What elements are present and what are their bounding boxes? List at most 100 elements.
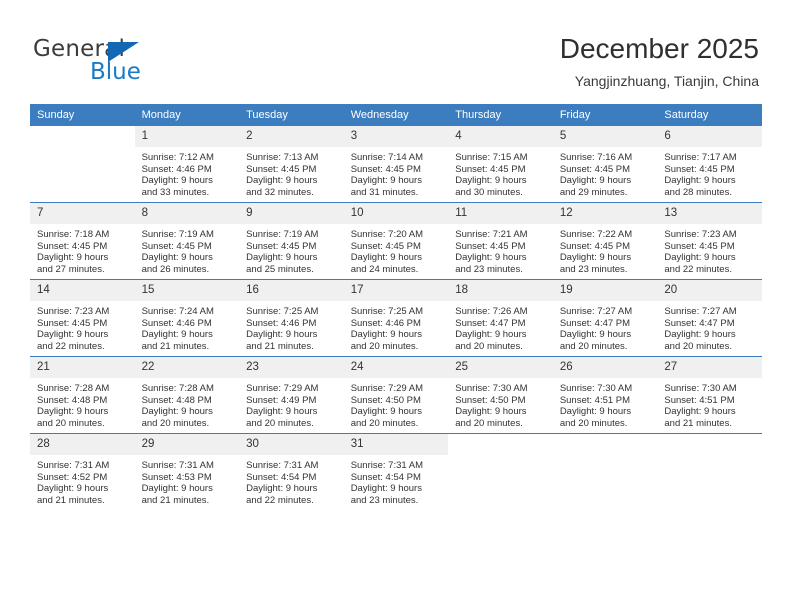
day-cell[interactable]: 18 Sunrise: 7:26 AM Sunset: 4:47 PM Dayl… <box>448 279 553 357</box>
sunrise-text: Sunrise: 7:30 AM <box>559 383 633 394</box>
day-number: 25 <box>448 357 553 378</box>
daylight-text-line1: Daylight: 9 hours <box>559 329 632 341</box>
sunrise-text: Sunrise: 7:12 AM <box>141 152 214 163</box>
daylight-text-line2: and 20 minutes. <box>559 340 628 352</box>
day-cell[interactable]: 9 Sunrise: 7:19 AM Sunset: 4:45 PM Dayli… <box>239 202 344 280</box>
daylight-text-line2: and 20 minutes. <box>141 417 210 429</box>
day-details: Sunrise: 7:29 AM Sunset: 4:50 PM Dayligh… <box>344 378 449 429</box>
day-cell[interactable] <box>552 433 658 510</box>
day-cell[interactable]: 27 Sunrise: 7:30 AM Sunset: 4:51 PM Dayl… <box>657 356 762 434</box>
location-subtitle: Yangjinzhuang, Tianjin, China <box>574 73 759 89</box>
day-cell[interactable] <box>448 433 553 510</box>
sunrise-text: Sunrise: 7:22 AM <box>559 229 633 240</box>
day-cell[interactable]: 17 Sunrise: 7:25 AM Sunset: 4:46 PM Dayl… <box>343 279 449 357</box>
daylight-text-line2: and 26 minutes. <box>141 263 210 275</box>
general-blue-logo[interactable]: General Blue <box>33 36 223 88</box>
day-details: Sunrise: 7:22 AM Sunset: 4:45 PM Dayligh… <box>553 224 658 275</box>
day-cell[interactable]: 10 Sunrise: 7:20 AM Sunset: 4:45 PM Dayl… <box>343 202 449 280</box>
day-number <box>657 434 762 455</box>
day-details: Sunrise: 7:27 AM Sunset: 4:47 PM Dayligh… <box>657 301 762 352</box>
day-cell[interactable]: 5 Sunrise: 7:16 AM Sunset: 4:45 PM Dayli… <box>552 126 658 203</box>
day-details: Sunrise: 7:20 AM Sunset: 4:45 PM Dayligh… <box>344 224 449 275</box>
daylight-text-line1: Daylight: 9 hours <box>37 329 109 341</box>
day-cell[interactable]: 7 Sunrise: 7:18 AM Sunset: 4:45 PM Dayli… <box>30 202 135 280</box>
day-cell[interactable]: 11 Sunrise: 7:21 AM Sunset: 4:45 PM Dayl… <box>448 202 553 280</box>
sunrise-text: Sunrise: 7:31 AM <box>246 460 319 471</box>
day-cell[interactable]: 23 Sunrise: 7:29 AM Sunset: 4:49 PM Dayl… <box>239 356 344 434</box>
sunrise-text: Sunrise: 7:30 AM <box>664 383 737 394</box>
sunset-text: Sunset: 4:45 PM <box>664 163 735 175</box>
daylight-text-line2: and 25 minutes. <box>246 263 314 275</box>
daylight-text-line2: and 20 minutes. <box>455 340 523 352</box>
day-cell[interactable]: 19 Sunrise: 7:27 AM Sunset: 4:47 PM Dayl… <box>552 279 658 357</box>
day-cell[interactable]: 3 Sunrise: 7:14 AM Sunset: 4:45 PM Dayli… <box>343 126 449 203</box>
sunrise-text: Sunrise: 7:17 AM <box>664 152 737 163</box>
day-details: Sunrise: 7:23 AM Sunset: 4:45 PM Dayligh… <box>657 224 762 275</box>
sunset-text: Sunset: 4:45 PM <box>455 163 526 175</box>
sunset-text: Sunset: 4:47 PM <box>559 317 631 329</box>
day-details: Sunrise: 7:14 AM Sunset: 4:45 PM Dayligh… <box>344 147 449 198</box>
sunrise-text: Sunrise: 7:15 AM <box>455 152 528 163</box>
day-cell[interactable]: 13 Sunrise: 7:23 AM Sunset: 4:45 PM Dayl… <box>657 202 762 280</box>
sunset-text: Sunset: 4:53 PM <box>141 471 212 483</box>
day-cell[interactable]: 25 Sunrise: 7:30 AM Sunset: 4:50 PM Dayl… <box>448 356 553 434</box>
day-cell[interactable]: 20 Sunrise: 7:27 AM Sunset: 4:47 PM Dayl… <box>657 279 762 357</box>
day-cell[interactable]: 26 Sunrise: 7:30 AM Sunset: 4:51 PM Dayl… <box>552 356 658 434</box>
day-number: 17 <box>343 280 449 301</box>
sunrise-text: Sunrise: 7:29 AM <box>246 383 319 394</box>
day-details <box>448 455 553 460</box>
day-cell[interactable]: 12 Sunrise: 7:22 AM Sunset: 4:45 PM Dayl… <box>552 202 658 280</box>
day-cell[interactable]: 8 Sunrise: 7:19 AM Sunset: 4:45 PM Dayli… <box>134 202 240 280</box>
day-cell[interactable]: 16 Sunrise: 7:25 AM Sunset: 4:46 PM Dayl… <box>239 279 344 357</box>
day-details: Sunrise: 7:31 AM Sunset: 4:52 PM Dayligh… <box>30 455 135 506</box>
day-details: Sunrise: 7:31 AM Sunset: 4:54 PM Dayligh… <box>344 455 449 506</box>
sunrise-text: Sunrise: 7:29 AM <box>350 383 424 394</box>
daylight-text-line1: Daylight: 9 hours <box>246 406 318 418</box>
daylight-text-line2: and 20 minutes. <box>350 417 419 429</box>
day-cell[interactable]: 22 Sunrise: 7:28 AM Sunset: 4:48 PM Dayl… <box>134 356 240 434</box>
day-number: 15 <box>134 280 240 301</box>
sunset-text: Sunset: 4:45 PM <box>246 240 317 252</box>
daylight-text-line2: and 23 minutes. <box>350 494 419 506</box>
day-details: Sunrise: 7:13 AM Sunset: 4:45 PM Dayligh… <box>239 147 344 198</box>
day-cell[interactable]: 6 Sunrise: 7:17 AM Sunset: 4:45 PM Dayli… <box>657 126 762 203</box>
day-details: Sunrise: 7:28 AM Sunset: 4:48 PM Dayligh… <box>135 378 240 429</box>
day-cell[interactable]: 14 Sunrise: 7:23 AM Sunset: 4:45 PM Dayl… <box>30 279 135 357</box>
day-cell[interactable] <box>30 126 135 203</box>
day-number: 7 <box>30 203 135 224</box>
sunset-text: Sunset: 4:45 PM <box>455 240 526 252</box>
day-cell[interactable]: 29 Sunrise: 7:31 AM Sunset: 4:53 PM Dayl… <box>134 433 240 510</box>
day-cell[interactable]: 21 Sunrise: 7:28 AM Sunset: 4:48 PM Dayl… <box>30 356 135 434</box>
sunset-text: Sunset: 4:50 PM <box>350 394 421 406</box>
daylight-text-line2: and 30 minutes. <box>455 186 523 198</box>
weekday-header-saturday: Saturday <box>657 104 762 126</box>
day-number: 27 <box>657 357 762 378</box>
day-cell[interactable]: 24 Sunrise: 7:29 AM Sunset: 4:50 PM Dayl… <box>343 356 449 434</box>
daylight-text-line2: and 28 minutes. <box>664 186 732 198</box>
daylight-text-line2: and 23 minutes. <box>455 263 523 275</box>
day-number: 1 <box>134 126 240 147</box>
day-cell[interactable]: 31 Sunrise: 7:31 AM Sunset: 4:54 PM Dayl… <box>343 433 449 510</box>
sunrise-text: Sunrise: 7:26 AM <box>455 306 528 317</box>
day-cell[interactable]: 30 Sunrise: 7:31 AM Sunset: 4:54 PM Dayl… <box>239 433 344 510</box>
daylight-text-line2: and 21 minutes. <box>141 494 210 506</box>
sunset-text: Sunset: 4:45 PM <box>559 163 631 175</box>
day-cell[interactable]: 15 Sunrise: 7:24 AM Sunset: 4:46 PM Dayl… <box>134 279 240 357</box>
day-details: Sunrise: 7:30 AM Sunset: 4:50 PM Dayligh… <box>448 378 553 429</box>
sunset-text: Sunset: 4:45 PM <box>246 163 317 175</box>
day-cell[interactable] <box>657 433 762 510</box>
sunrise-text: Sunrise: 7:31 AM <box>350 460 424 471</box>
day-cell[interactable]: 1 Sunrise: 7:12 AM Sunset: 4:46 PM Dayli… <box>134 126 240 203</box>
day-cell[interactable]: 28 Sunrise: 7:31 AM Sunset: 4:52 PM Dayl… <box>30 433 135 510</box>
title-block: December 2025 Yangjinzhuang, Tianjin, Ch… <box>560 32 759 91</box>
day-cell[interactable]: 2 Sunrise: 7:13 AM Sunset: 4:45 PM Dayli… <box>239 126 344 203</box>
daylight-text-line1: Daylight: 9 hours <box>37 483 109 495</box>
day-number: 24 <box>343 357 449 378</box>
week-row: 28 Sunrise: 7:31 AM Sunset: 4:52 PM Dayl… <box>30 433 762 510</box>
daylight-text-line2: and 27 minutes. <box>37 263 105 275</box>
daylight-text-line1: Daylight: 9 hours <box>246 483 318 495</box>
sunset-text: Sunset: 4:52 PM <box>37 471 108 483</box>
daylight-text-line1: Daylight: 9 hours <box>664 329 736 341</box>
day-cell[interactable]: 4 Sunrise: 7:15 AM Sunset: 4:45 PM Dayli… <box>448 126 553 203</box>
day-number: 18 <box>448 280 553 301</box>
